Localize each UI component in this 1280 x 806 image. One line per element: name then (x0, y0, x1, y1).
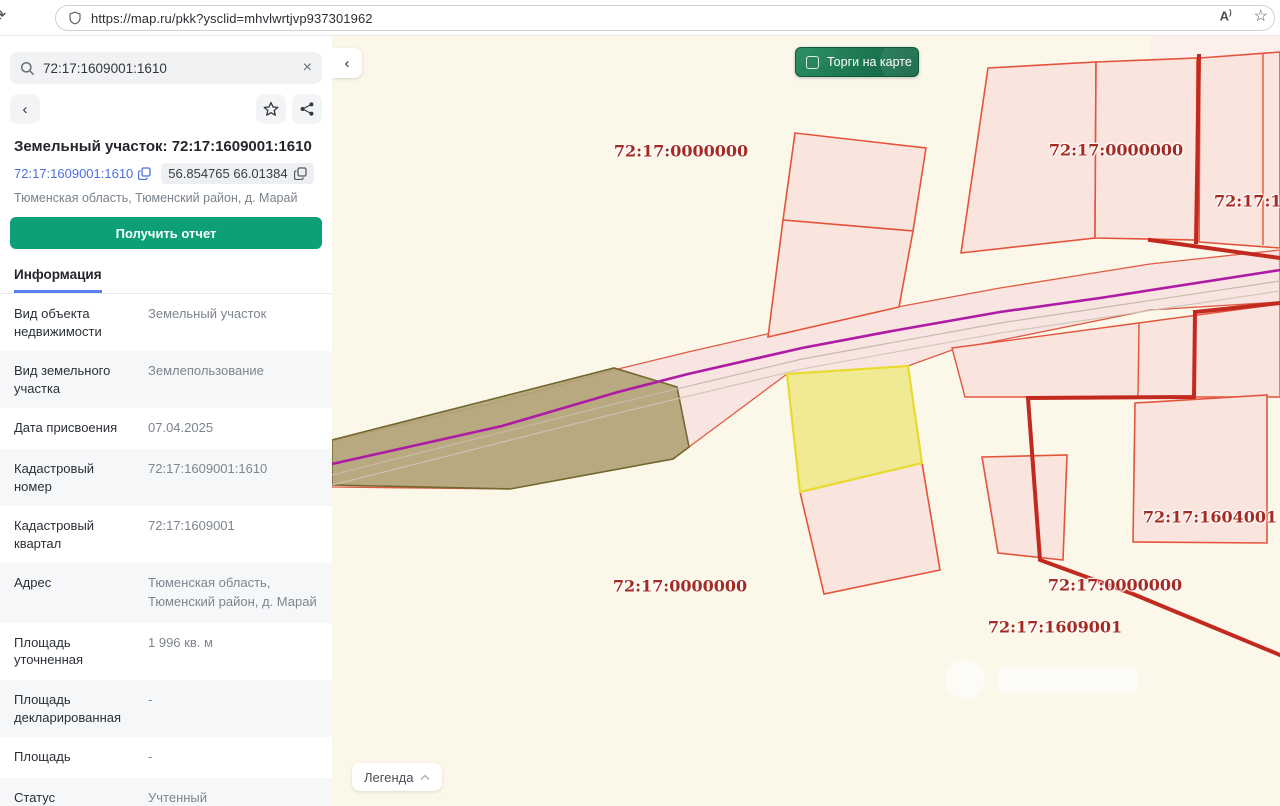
clear-search-icon[interactable]: × (303, 60, 312, 76)
cadastral-parcel[interactable] (961, 62, 1096, 253)
address-bar[interactable]: https://map.ru/pkk?ysclid=mhvlwrtjvp9373… (55, 5, 1275, 31)
browser-toolbar: ⟳ https://map.ru/pkk?ysclid=mhvlwrtjvp93… (0, 0, 1280, 36)
parcel-info-sidebar: × ‹ Земельный участок: 72:17:1609001:161… (0, 36, 332, 806)
parcel-address: Тюменская область, Тюменский район, д. М… (14, 191, 318, 205)
share-icon (299, 101, 315, 117)
table-row: Площадь- (0, 737, 332, 778)
share-button[interactable] (292, 94, 322, 124)
legend-button[interactable]: Легенда (352, 763, 442, 791)
cadastral-parcel[interactable] (1133, 395, 1267, 543)
site-info-icon[interactable] (68, 11, 82, 25)
search-box[interactable]: × (10, 52, 322, 84)
chevron-up-icon (420, 774, 430, 781)
get-report-button[interactable]: Получить отчет (10, 217, 322, 249)
search-input[interactable] (43, 61, 303, 76)
auction-toggle-label: Торги на карте (827, 55, 912, 69)
cadastral-parcel[interactable] (1199, 52, 1280, 248)
parcel-info-table: Вид объекта недвижимостиЗемельный участо… (0, 294, 332, 806)
url-text[interactable]: https://map.ru/pkk?ysclid=mhvlwrtjvp9373… (91, 11, 373, 26)
coordinates-chip[interactable]: 56.854765 66.01384 (161, 163, 313, 184)
table-row: Кадастровый квартал72:17:1609001 (0, 506, 332, 563)
cadastral-map[interactable]: 72:17:0000000 72:17:0000000 72:17:16 72:… (332, 36, 1280, 806)
table-row: АдресТюменская область, Тюменский район,… (0, 563, 332, 623)
back-button[interactable]: ‹ (10, 94, 40, 124)
auction-checkbox[interactable] (806, 56, 819, 69)
tab-information[interactable]: Информация (14, 261, 102, 293)
star-icon (263, 101, 279, 117)
favorite-button[interactable] (256, 94, 286, 124)
favorite-star-icon[interactable]: ☆ (1254, 6, 1268, 26)
cadastral-map-canvas[interactable] (332, 36, 1280, 806)
cadastral-parcel[interactable] (783, 133, 926, 231)
road-landuse-parcel[interactable] (332, 368, 689, 489)
auction-toggle-button[interactable]: Торги на карте (795, 47, 919, 77)
table-row: Дата присвоения07.04.2025 (0, 408, 332, 449)
collapse-sidebar-button[interactable]: ‹ (332, 48, 362, 78)
table-row: СтатусУчтенный (0, 778, 332, 806)
cadastral-parcel[interactable] (1095, 58, 1197, 240)
reload-icon[interactable]: ⟳ (0, 6, 6, 26)
copy-icon[interactable] (138, 167, 151, 180)
cadastral-parcel[interactable] (982, 455, 1067, 560)
cadastral-number-link[interactable]: 72:17:1609001:1610 (14, 166, 151, 181)
read-aloud-icon[interactable]: A) (1220, 8, 1232, 23)
table-row: Площадь декларированная- (0, 680, 332, 737)
table-row: Кадастровый номер72:17:1609001:1610 (0, 449, 332, 506)
parcel-title: Земельный участок: 72:17:1609001:1610 (14, 138, 318, 155)
table-row: Площадь уточненная1 996 кв. м (0, 623, 332, 680)
table-row: Вид объекта недвижимостиЗемельный участо… (0, 294, 332, 351)
search-icon (20, 61, 35, 76)
copy-icon[interactable] (294, 167, 307, 180)
table-row: Вид земельного участкаЗемлепользование (0, 351, 332, 408)
